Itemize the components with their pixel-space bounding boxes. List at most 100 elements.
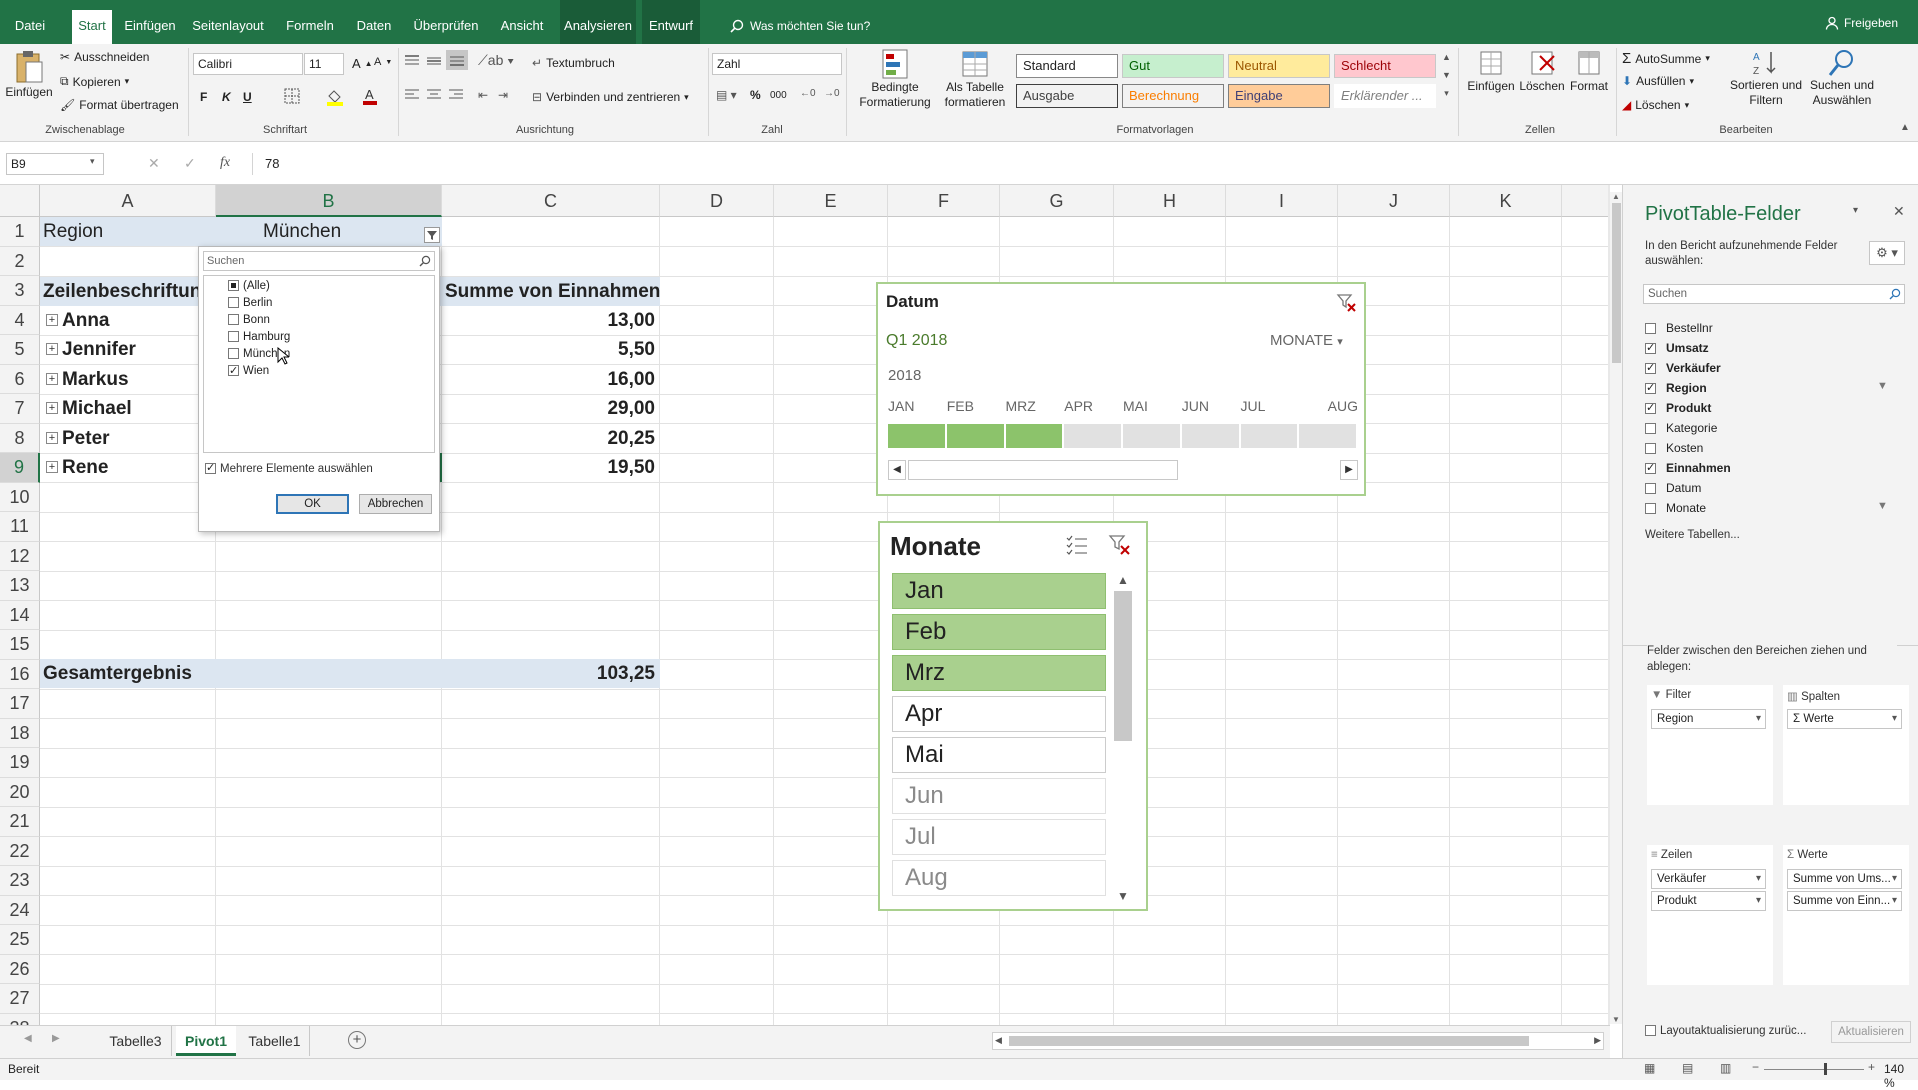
- timeline-scroll-left[interactable]: ◀: [888, 460, 906, 480]
- close-icon[interactable]: ✕: [1893, 203, 1905, 220]
- row-header-11[interactable]: 11: [0, 512, 40, 542]
- tell-me-search[interactable]: Was möchten Sie tun?: [730, 16, 870, 36]
- scroll-right-arrow[interactable]: ▶: [1594, 1035, 1601, 1046]
- sheet-tab-tabelle3[interactable]: Tabelle3: [100, 1026, 172, 1056]
- increase-decimal-button[interactable]: ←0: [800, 88, 816, 99]
- filter-list-item[interactable]: Bonn: [228, 312, 434, 329]
- font-size-select[interactable]: 11: [304, 53, 344, 75]
- thousands-button[interactable]: 000: [770, 90, 787, 101]
- column-header-E[interactable]: E: [774, 185, 888, 217]
- filter-area[interactable]: ▼ Filter Region: [1647, 685, 1773, 805]
- timeline-month-segment[interactable]: [946, 424, 1004, 448]
- row-header-16[interactable]: 16: [0, 659, 40, 689]
- pivot-field-bestellnr[interactable]: Bestellnr: [1645, 320, 1713, 336]
- scroll-up-arrow[interactable]: ▲: [1610, 192, 1622, 201]
- column-header-A[interactable]: A: [40, 185, 216, 217]
- merge-center-button[interactable]: ⊟ Verbinden und zentrieren ▾: [532, 90, 689, 104]
- filter-area-item[interactable]: Region: [1651, 709, 1766, 729]
- slicer-item-jul[interactable]: Jul: [892, 819, 1106, 855]
- pivot-field-kategorie[interactable]: Kategorie: [1645, 420, 1717, 436]
- filter-list-item[interactable]: Berlin: [228, 295, 434, 312]
- zoom-slider[interactable]: [1764, 1063, 1864, 1075]
- format-cells-button[interactable]: Format: [1566, 48, 1612, 94]
- scroll-left-arrow[interactable]: ◀: [995, 1035, 1002, 1046]
- style-eingabe[interactable]: Eingabe: [1228, 84, 1330, 108]
- filter-list-item[interactable]: Hamburg: [228, 329, 434, 346]
- row-header-27[interactable]: 27: [0, 984, 40, 1014]
- field-checkbox[interactable]: [1645, 482, 1656, 494]
- h-scroll-thumb[interactable]: [1009, 1036, 1529, 1046]
- rows-area-item[interactable]: Produkt: [1651, 891, 1766, 911]
- column-header-B[interactable]: B: [216, 185, 442, 217]
- styles-gallery-scroll[interactable]: ▲ ▼ ▾: [1442, 52, 1451, 99]
- filter-item-checkbox[interactable]: [228, 314, 239, 326]
- filter-item-checkbox[interactable]: [228, 348, 239, 360]
- tab-scroll-left[interactable]: ◀: [24, 1033, 32, 1044]
- row-header-26[interactable]: 26: [0, 954, 40, 984]
- more-tables-link[interactable]: Weitere Tabellen...: [1645, 529, 1740, 541]
- expand-button[interactable]: +: [46, 461, 58, 473]
- panel-options-button[interactable]: ▾: [1853, 205, 1858, 216]
- menu-tab-formeln[interactable]: Formeln: [282, 0, 338, 44]
- popup-ok-button[interactable]: OK: [276, 494, 349, 514]
- page-break-view-button[interactable]: ▥: [1720, 1061, 1731, 1075]
- multi-select-option[interactable]: Mehrere Elemente auswählen: [205, 461, 373, 475]
- decrease-decimal-button[interactable]: →0: [824, 88, 840, 99]
- filter-dropdown-button[interactable]: [424, 227, 440, 243]
- row-header-13[interactable]: 13: [0, 571, 40, 601]
- menu-tab-ansicht[interactable]: Ansicht: [496, 0, 548, 44]
- slicer-item-mrz[interactable]: Mrz: [892, 655, 1106, 691]
- pivot-field-produkt[interactable]: Produkt: [1645, 400, 1711, 416]
- column-header-G[interactable]: G: [1000, 185, 1114, 217]
- zoom-in-button[interactable]: +: [1868, 1060, 1875, 1074]
- row-header-10[interactable]: 10: [0, 482, 40, 512]
- sheet-tab-tabelle1[interactable]: Tabelle1: [240, 1026, 310, 1056]
- column-header-D[interactable]: D: [660, 185, 774, 217]
- popup-search-input[interactable]: Suchen: [203, 251, 435, 271]
- zoom-out-button[interactable]: −: [1752, 1060, 1759, 1074]
- filter-list-item[interactable]: Wien: [228, 363, 434, 380]
- bold-button[interactable]: F: [200, 90, 207, 104]
- orientation-button[interactable]: ⟋ab ▾: [478, 52, 514, 69]
- row-header-19[interactable]: 19: [0, 748, 40, 778]
- filter-item-checkbox[interactable]: [228, 297, 239, 309]
- copy-button[interactable]: ⧉ Kopieren ▾: [60, 74, 129, 89]
- pivot-field-einnahmen[interactable]: Einnahmen: [1645, 460, 1731, 476]
- popup-cancel-button[interactable]: Abbrechen: [359, 494, 432, 514]
- row-header-25[interactable]: 25: [0, 925, 40, 955]
- slicer-clear-filter-button[interactable]: [1108, 533, 1130, 555]
- filter-item-checkbox[interactable]: [228, 363, 239, 380]
- row-header-28[interactable]: 28: [0, 1013, 40, 1025]
- font-name-select[interactable]: Calibri: [193, 53, 303, 75]
- field-checkbox[interactable]: [1645, 401, 1656, 414]
- timeline-month-segment[interactable]: [1240, 424, 1298, 448]
- slicer-scroll-thumb[interactable]: [1114, 591, 1132, 741]
- row-header-8[interactable]: 8: [0, 423, 40, 453]
- horizontal-scrollbar[interactable]: ◀ ▶: [992, 1032, 1604, 1050]
- row-header-15[interactable]: 15: [0, 630, 40, 660]
- align-bottom-button[interactable]: [446, 50, 468, 70]
- filter-item-checkbox[interactable]: [228, 331, 239, 343]
- row-header-1[interactable]: 1: [0, 217, 40, 247]
- tab-scroll-right[interactable]: ▶: [52, 1033, 60, 1044]
- align-top-button[interactable]: [404, 54, 420, 68]
- row-header-9[interactable]: 9: [0, 453, 40, 483]
- zoom-slider-thumb[interactable]: [1824, 1063, 1827, 1075]
- row-header-3[interactable]: 3: [0, 276, 40, 306]
- row-header-18[interactable]: 18: [0, 718, 40, 748]
- pivot-field-monate[interactable]: Monate: [1645, 500, 1706, 516]
- grow-font-button[interactable]: A ▲: [352, 56, 373, 71]
- italic-button[interactable]: K: [222, 90, 231, 104]
- expand-button[interactable]: +: [46, 402, 58, 414]
- shrink-font-button[interactable]: A ▼: [374, 56, 392, 68]
- column-header-C[interactable]: C: [442, 185, 660, 217]
- timeline-scroll-right[interactable]: ▶: [1340, 460, 1358, 480]
- scroll-up-arrow[interactable]: ▲: [1112, 573, 1134, 587]
- slicer-item-jan[interactable]: Jan: [892, 573, 1106, 609]
- field-checkbox[interactable]: [1645, 322, 1656, 334]
- format-painter-button[interactable]: 🖌 Format übertragen: [60, 98, 179, 112]
- timeline-month-segment[interactable]: [1005, 424, 1063, 448]
- font-color-button[interactable]: A: [362, 86, 378, 106]
- values-area-item[interactable]: Summe von Ums...: [1787, 869, 1902, 889]
- column-header-F[interactable]: F: [888, 185, 1000, 217]
